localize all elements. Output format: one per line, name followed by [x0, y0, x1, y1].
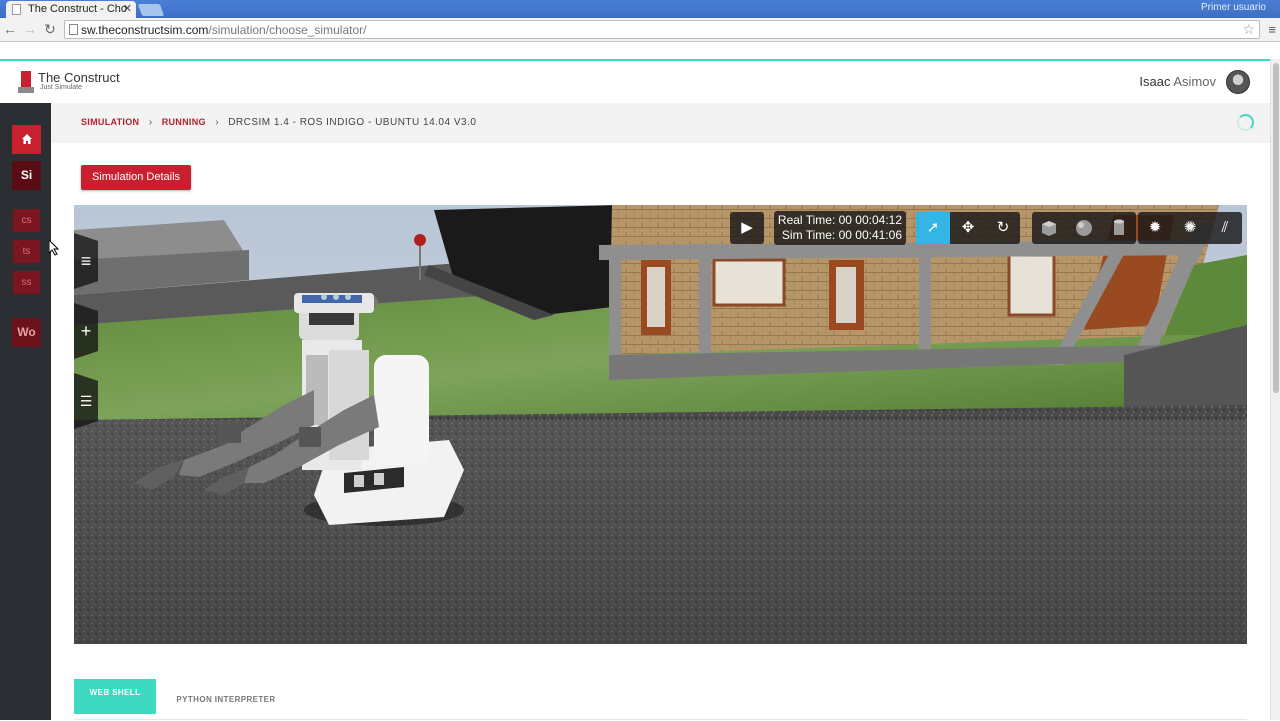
address-bar[interactable]: sw.theconstructsim.com/simulation/choose…	[64, 20, 1260, 39]
scrollbar-thumb[interactable]	[1273, 63, 1279, 393]
rail-item-ss[interactable]: ss	[13, 271, 40, 294]
rail-item-wo[interactable]: Wo	[12, 318, 41, 347]
close-tab-icon[interactable]: ✕	[123, 2, 132, 15]
bookmark-star-icon[interactable]: ☆	[1242, 21, 1255, 38]
tab-python-interpreter[interactable]: PYTHON INTERPRETER	[166, 679, 286, 714]
page-favicon-icon	[12, 4, 21, 15]
rotate-icon[interactable]: ↻	[986, 212, 1020, 244]
breadcrumb-current: DRCSIM 1.4 - ROS INDIGO - UBUNTU 14.04 V…	[228, 117, 477, 128]
breadcrumb-simulation[interactable]: SIMULATION	[81, 117, 139, 127]
cylinder-icon[interactable]	[1102, 212, 1136, 244]
left-rail: Si cs ts ss Wo	[0, 103, 51, 720]
chevron-right-icon: ›	[148, 117, 153, 128]
home-button[interactable]	[12, 125, 41, 154]
mouse-cursor-icon	[49, 240, 59, 256]
logo-subtitle: Just Simulate	[40, 84, 83, 91]
profile-label[interactable]: Primer usuario	[1201, 2, 1266, 13]
browser-tab[interactable]: The Construct - Cho ✕	[6, 1, 136, 18]
logo-title[interactable]: The Construct	[38, 70, 120, 85]
construct-logo-icon[interactable]	[18, 71, 34, 93]
url-text[interactable]: sw.theconstructsim.com/simulation/choose…	[81, 23, 366, 37]
manipulation-toolbar: ➚ ✥ ↻	[916, 212, 1020, 244]
directional-light-icon[interactable]: ⫽	[1208, 212, 1242, 244]
shapes-toolbar	[1032, 212, 1136, 244]
simulation-scene[interactable]	[74, 205, 1247, 644]
menu-icon[interactable]: ≡	[74, 233, 98, 289]
breadcrumb: SIMULATION › RUNNING › DRCSIM 1.4 - ROS …	[51, 103, 1270, 143]
reload-icon[interactable]: ↻	[42, 21, 58, 37]
play-icon[interactable]: ▶	[730, 212, 764, 244]
browser-toolbar: ← → ↻ sw.theconstructsim.com/simulation/…	[0, 18, 1280, 42]
home-icon	[21, 134, 32, 144]
console-tabs: WEB SHELL PYTHON INTERPRETER	[74, 679, 1247, 720]
user-name[interactable]: Isaac Asimov	[1139, 74, 1216, 89]
chevron-right-icon: ›	[215, 117, 219, 128]
app-header: The Construct Just Simulate Isaac Asimov	[0, 61, 1270, 103]
select-arrow-icon[interactable]: ➚	[916, 212, 950, 244]
breadcrumb-running[interactable]: RUNNING	[162, 117, 206, 127]
point-light-icon[interactable]: ✹	[1138, 212, 1172, 244]
sphere-icon[interactable]	[1067, 212, 1101, 244]
lights-toolbar: ✹ ✺ ⫽	[1138, 212, 1242, 244]
loading-spinner-icon	[1237, 114, 1254, 131]
tree-icon[interactable]: ☰	[74, 373, 98, 429]
rail-item-ts[interactable]: ts	[13, 240, 40, 263]
browser-tabstrip: The Construct - Cho ✕ Primer usuario	[0, 0, 1280, 18]
user-first-name: Isaac	[1139, 74, 1171, 89]
page-scrollbar[interactable]	[1270, 59, 1280, 720]
browser-menu-icon[interactable]: ≡	[1268, 22, 1276, 37]
back-arrow-icon[interactable]: ←	[2, 21, 18, 37]
simulation-viewport[interactable]: ≡ + ☰ ▶ Real Time: 00 00:04:12 Sim Time:…	[74, 205, 1247, 644]
insert-icon[interactable]: +	[74, 303, 98, 359]
new-tab-button[interactable]	[137, 4, 165, 16]
forward-arrow-icon[interactable]: →	[22, 21, 38, 37]
spot-light-icon[interactable]: ✺	[1173, 212, 1207, 244]
real-time: Real Time: 00 00:04:12	[777, 213, 902, 227]
browser-tab-title: The Construct - Cho	[28, 3, 128, 15]
side-toolbar: ≡ + ☰	[74, 233, 98, 433]
user-last-name: Asimov	[1173, 74, 1216, 89]
rail-item-cs[interactable]: cs	[13, 209, 40, 232]
sim-time: Sim Time: 00 00:41:06	[781, 228, 902, 242]
translate-icon[interactable]: ✥	[951, 212, 985, 244]
page-icon	[69, 24, 78, 35]
simulation-details-button[interactable]: Simulation Details	[81, 165, 191, 190]
avatar[interactable]	[1226, 70, 1250, 94]
tab-web-shell[interactable]: WEB SHELL	[74, 679, 156, 714]
play-group: ▶	[730, 212, 764, 244]
rail-item-si[interactable]: Si	[12, 161, 41, 190]
time-display: Real Time: 00 00:04:12 Sim Time: 00 00:4…	[774, 211, 906, 245]
box-icon[interactable]	[1032, 212, 1066, 244]
